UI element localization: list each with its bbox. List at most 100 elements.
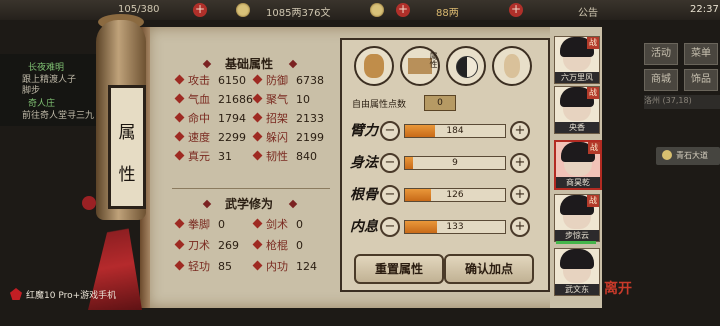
skill-label: 拳脚 xyxy=(188,218,210,231)
confirm-allocation-button[interactable]: 确认加点 xyxy=(444,254,534,284)
announcement-button[interactable]: 公告 xyxy=(578,4,598,19)
skill-value: 269 xyxy=(218,239,239,252)
attr-bullet-icon xyxy=(174,150,185,161)
basic-attr-8: 真元 31 xyxy=(174,148,232,164)
hero-hair xyxy=(560,249,594,269)
decrease-2-button[interactable]: − xyxy=(380,185,400,205)
hero-portrait-4[interactable]: 武文东 xyxy=(554,248,600,296)
quest-desc-2: 前往奇人堂寻三九 xyxy=(22,111,95,121)
martial-skill-5: 内功 124 xyxy=(252,258,317,274)
section-divider xyxy=(172,188,330,189)
skill-value: 0 xyxy=(296,239,303,252)
skill-bullet-icon xyxy=(252,260,263,271)
character-attrs-icon[interactable] xyxy=(354,46,394,86)
alloc-slider-1[interactable]: 9 xyxy=(404,156,506,170)
skill-bullet-icon xyxy=(252,218,263,229)
alloc-slider-2[interactable]: 126 xyxy=(404,188,506,202)
attr-label: 招架 xyxy=(266,112,288,125)
hero-name: 六万里风 xyxy=(555,72,599,83)
skill-bullet-icon xyxy=(174,239,185,250)
hero-portrait-3[interactable]: 战步惊云 xyxy=(554,194,600,242)
alloc-label-3: 内息 xyxy=(350,219,378,235)
alloc-slider-3[interactable]: 133 xyxy=(404,220,506,234)
decrease-1-button[interactable]: − xyxy=(380,153,400,173)
attr-value: 6150 xyxy=(218,74,246,87)
reset-attrs-button[interactable]: 重置属性 xyxy=(354,254,444,284)
attr-bullet-icon xyxy=(252,93,263,104)
increase-3-button[interactable]: + xyxy=(510,217,530,237)
scroll-attrs-icon[interactable]: 属性 xyxy=(400,46,440,86)
hero-name: 商昊乾 xyxy=(556,177,600,188)
increase-2-button[interactable]: + xyxy=(510,185,530,205)
alloc-value: 184 xyxy=(446,126,464,136)
gold-counter: 88两 xyxy=(436,8,459,19)
activity-button[interactable]: 活动 xyxy=(644,43,678,65)
skill-label: 轻功 xyxy=(188,260,210,273)
travel-button[interactable]: 青石大道 xyxy=(656,147,720,165)
basic-attr-5: 招架 2133 xyxy=(252,110,324,126)
shop-button[interactable]: 商城 xyxy=(644,69,678,91)
attr-bullet-icon xyxy=(252,131,263,142)
attr-bullet-icon xyxy=(174,131,185,142)
alloc-value: 9 xyxy=(452,158,458,168)
ingot-icon xyxy=(370,3,384,17)
skill-label: 枪棍 xyxy=(266,239,288,252)
attr-label: 防御 xyxy=(266,74,288,87)
basic-attr-6: 速度 2299 xyxy=(174,129,246,145)
add-energy-button[interactable]: + xyxy=(193,3,207,17)
alloc-label-0: 臂力 xyxy=(350,123,378,139)
increase-1-button[interactable]: + xyxy=(510,153,530,173)
attr-label: 速度 xyxy=(188,131,210,144)
attr-bullet-icon xyxy=(252,150,263,161)
alloc-label-2: 根骨 xyxy=(350,187,378,203)
alloc-slider-0[interactable]: 184 xyxy=(404,124,506,138)
attr-value: 10 xyxy=(296,93,310,106)
menu-button[interactable]: 菜单 xyxy=(684,43,718,65)
scroll-title-plaque: 属 性 xyxy=(108,85,146,209)
hero-portrait-1[interactable]: 战央香 xyxy=(554,86,600,134)
attr-bullet-icon xyxy=(252,74,263,85)
location-readout: 洛州 (37,18) xyxy=(644,95,720,109)
attr-bullet-icon xyxy=(174,112,185,123)
device-watermark: 红魔10 Pro+游戏手机 xyxy=(10,288,116,301)
coin-icon xyxy=(236,3,250,17)
yinyang-icon[interactable] xyxy=(446,46,486,86)
hero-name: 武文东 xyxy=(555,284,599,295)
skill-value: 0 xyxy=(218,218,225,231)
accessory-button[interactable]: 饰品 xyxy=(684,69,718,91)
clock: 22:37 xyxy=(690,4,719,15)
attr-label: 气血 xyxy=(188,93,210,106)
map-pin-icon xyxy=(662,150,672,160)
meditation-icon[interactable] xyxy=(492,46,532,86)
basic-attr-2: 气血 21686 xyxy=(174,91,253,107)
basic-attr-1: 防御 6738 xyxy=(252,72,324,88)
battle-tag-icon: 战 xyxy=(587,87,599,99)
martial-skill-1: 剑术 0 xyxy=(252,216,303,232)
hero-portrait-0[interactable]: 战六万里风 xyxy=(554,36,600,84)
decrease-3-button[interactable]: − xyxy=(380,217,400,237)
hero-portrait-2[interactable]: 战商昊乾 xyxy=(554,140,602,190)
skill-label: 刀术 xyxy=(188,239,210,252)
add-money-button[interactable]: + xyxy=(396,3,410,17)
travel-label: 青石大道 xyxy=(676,151,708,160)
attr-value: 2199 xyxy=(296,131,324,144)
decrease-0-button[interactable]: − xyxy=(380,121,400,141)
hero-name: 央香 xyxy=(555,122,599,133)
free-points-value: 0 xyxy=(424,95,456,111)
martial-header: 武学修为 xyxy=(224,197,273,211)
attr-label: 聚气 xyxy=(266,93,288,106)
increase-0-button[interactable]: + xyxy=(510,121,530,141)
leave-button[interactable]: 离开 xyxy=(604,278,634,304)
battle-tag-icon: 战 xyxy=(587,37,599,49)
attr-value: 2299 xyxy=(218,131,246,144)
attr-value: 2133 xyxy=(296,112,324,125)
basic-attr-3: 聚气 10 xyxy=(252,91,310,107)
add-gold-button[interactable]: + xyxy=(509,3,523,17)
tassel-knot xyxy=(82,196,96,210)
skill-bullet-icon xyxy=(174,218,185,229)
device-watermark-text: 红魔10 Pro+游戏手机 xyxy=(26,291,117,301)
basic-attr-4: 命中 1794 xyxy=(174,110,246,126)
scroll-title-char-2: 性 xyxy=(118,165,136,185)
attr-value: 840 xyxy=(296,150,317,163)
quest-desc-1b: 脚步 xyxy=(22,86,41,96)
